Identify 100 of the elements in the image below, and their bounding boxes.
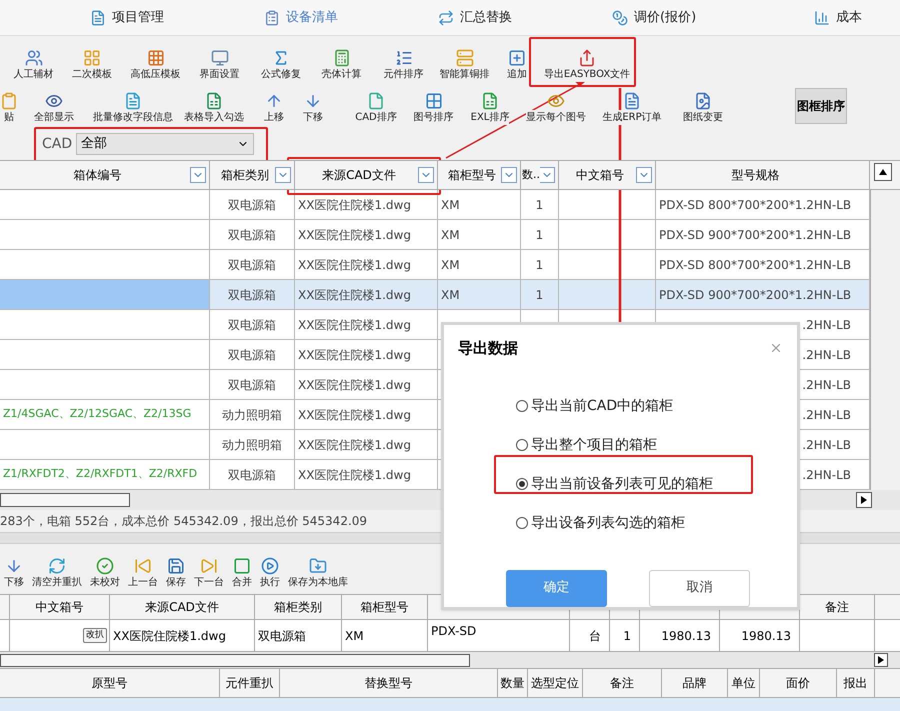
table-cell: 双电源箱 [210,340,295,369]
table-row[interactable]: 双电源箱 XX医院住院楼1.dwg XM 1 PDX-SD 800*700*200*1.2HN-LB [0,250,870,280]
column-header: 单位 [728,669,760,697]
toolbar-button[interactable]: 图号排序 [407,86,460,125]
column-header: 箱柜型号 [360,599,408,616]
toolbar-button[interactable]: 下移 [296,86,330,125]
toolbar-button[interactable]: 元件排序 [372,36,435,82]
toolbar-button[interactable]: 人工辅材 [6,36,61,82]
table-cell-text: 1980.13 [741,628,791,644]
table-cell: 动力照明箱 [210,430,295,459]
re-extract-button[interactable]: 改扒 [83,628,107,644]
toolbar-button[interactable]: 生成ERP订单 [592,86,672,125]
table-cell-text: 1980.13 [661,628,711,644]
column-header: 备注 [825,599,849,616]
toolbar-button[interactable]: 全部显示 [18,86,90,125]
toolbar-button[interactable]: 执行 [256,544,284,590]
column-header: 原型号 [0,669,220,697]
toolbar-button[interactable]: 下移 [0,544,28,590]
toolbar-button[interactable]: 贴 [0,86,18,125]
column-header[interactable]: 箱柜类别 [210,161,295,189]
toolbar-button[interactable]: 壳体计算 [311,36,372,82]
nav-tab[interactable]: 成本 [814,8,862,28]
table-cell: 双电源箱 [210,310,295,339]
table-cell: XM [438,190,521,219]
toolbar-button[interactable]: 保存为本地库 [284,544,352,590]
frame-sort-button[interactable]: 图框排序 [795,88,847,124]
toolbar-button[interactable]: 上一台 [124,544,162,590]
table-cell: 双电源箱 [210,280,295,309]
toolbar-button[interactable]: 未校对 [86,544,124,590]
column-header[interactable]: 来源CAD文件 [295,161,438,189]
column-header[interactable]: 数.. [521,161,559,189]
column-header[interactable]: 中文箱号 [559,161,656,189]
dialog-title: 导出数据 [458,338,518,359]
table-cell: XX医院住院楼1.dwg [295,340,438,369]
table-cell: XX医院住院楼1.dwg [295,370,438,399]
column-header: 中文箱号 [36,599,84,616]
toolbar-button[interactable]: 智能算铜排 [435,36,494,82]
column-header[interactable]: 箱柜型号 [438,161,521,189]
toolbar-button[interactable]: 清空并重扒 [28,544,86,590]
table-cell-text: 1 [623,628,631,644]
table-cell: 1 [521,280,559,309]
table-cell: XM [438,250,521,279]
table-row[interactable]: 双电源箱 XX医院住院楼1.dwg XM 1 PDX-SD 900*700*200*1.2HN-LB [0,280,870,310]
cad-dropdown[interactable]: 全部 [76,133,254,155]
table-cell: 1 [521,190,559,219]
toolbar-button[interactable]: 上移 [252,86,296,125]
table-cell: XX医院住院楼1.dwg [295,400,438,429]
table-cell: 双电源箱 [210,370,295,399]
table-cell: XM [438,220,521,249]
table-cell: Z1/RXFDT2、Z2/RXFDT1、Z2/RXFD [0,460,210,489]
toolbar-button[interactable]: 合并 [228,544,256,590]
radio-option[interactable]: 导出设备列表勾选的箱柜 [516,512,797,534]
table-cell: XM [438,280,521,309]
table-cell: 动力照明箱 [210,400,295,429]
cancel-button[interactable]: 取消 [649,570,750,606]
column-header: 品牌 [662,669,728,697]
table-cell-text: XX医院住院楼1.dwg [113,628,226,644]
table-cell-text: PDX-SD [431,623,476,640]
column-header: 替换型号 [280,669,498,697]
table-cell-text: 双电源箱 [258,628,306,644]
table-cell: XX医院住院楼1.dwg [295,190,438,219]
column-header: 数量 [498,669,528,697]
table-row[interactable]: 双电源箱 XX医院住院楼1.dwg XM 1 PDX-SD 800*700*200*1.2HN-LB [0,190,870,220]
table-row[interactable]: 双电源箱 XX医院住院楼1.dwg XM 1 PDX-SD 900*700*200*1.2HN-LB [0,220,870,250]
table-cell: XX医院住院楼1.dwg [295,460,438,489]
table-cell: Z1/4SGAC、Z2/12SGAC、Z2/13SG [0,400,210,429]
toolbar-button[interactable]: 高低压模板 [123,36,188,82]
column-header: 面价 [760,669,837,697]
table-cell: 双电源箱 [210,190,295,219]
toolbar-button[interactable]: 图纸变更 [672,86,734,125]
table-cell: XX医院住院楼1.dwg [295,280,438,309]
table-cell: XX医院住院楼1.dwg [295,310,438,339]
column-header: 元件重扒 [220,669,280,697]
table-cell-text: XM [345,628,364,644]
toolbar-button[interactable]: 公式修复 [251,36,311,82]
summary-text: 283个，电箱 552台，成本总价 545342.09，报出总价 545342.09 [0,513,368,530]
table-cell-text: 台 [589,628,601,644]
toolbar-button[interactable]: 导出EASYBOX文件 [540,36,634,82]
toolbar-button[interactable]: 下一台 [190,544,228,590]
table-cell: XX医院住院楼1.dwg [295,220,438,249]
table-cell: 双电源箱 [210,250,295,279]
toolbar-button[interactable]: 界面设置 [188,36,251,82]
toolbar-button[interactable]: 追加 [494,36,540,82]
cad-label: CAD [42,134,72,154]
column-header[interactable]: 型号规格 [656,161,870,189]
toolbar-button[interactable]: 显示每个图号 [520,86,592,125]
table-cell: XX医院住院楼1.dwg [295,430,438,459]
column-header[interactable]: 箱体编号 [0,161,210,189]
nav-tab[interactable]: 项目管理 [90,8,164,28]
column-header: 来源CAD文件 [145,599,219,616]
nav-tab[interactable]: 设备清单 [264,8,338,28]
toolbar-button[interactable]: 批量修改字段信息 [90,86,176,125]
nav-tab[interactable]: 汇总替换 [438,8,512,28]
toolbar-button[interactable]: EXL排序 [460,86,520,125]
toolbar-button[interactable]: 二次模板 [61,36,123,82]
table-cell: 1 [521,220,559,249]
toolbar-button[interactable]: 保存 [162,544,190,590]
nav-tab[interactable]: 调价(报价) [612,8,696,28]
toolbar-button[interactable]: CAD排序 [345,86,407,125]
toolbar-button[interactable]: 表格导入勾选 [176,86,252,125]
